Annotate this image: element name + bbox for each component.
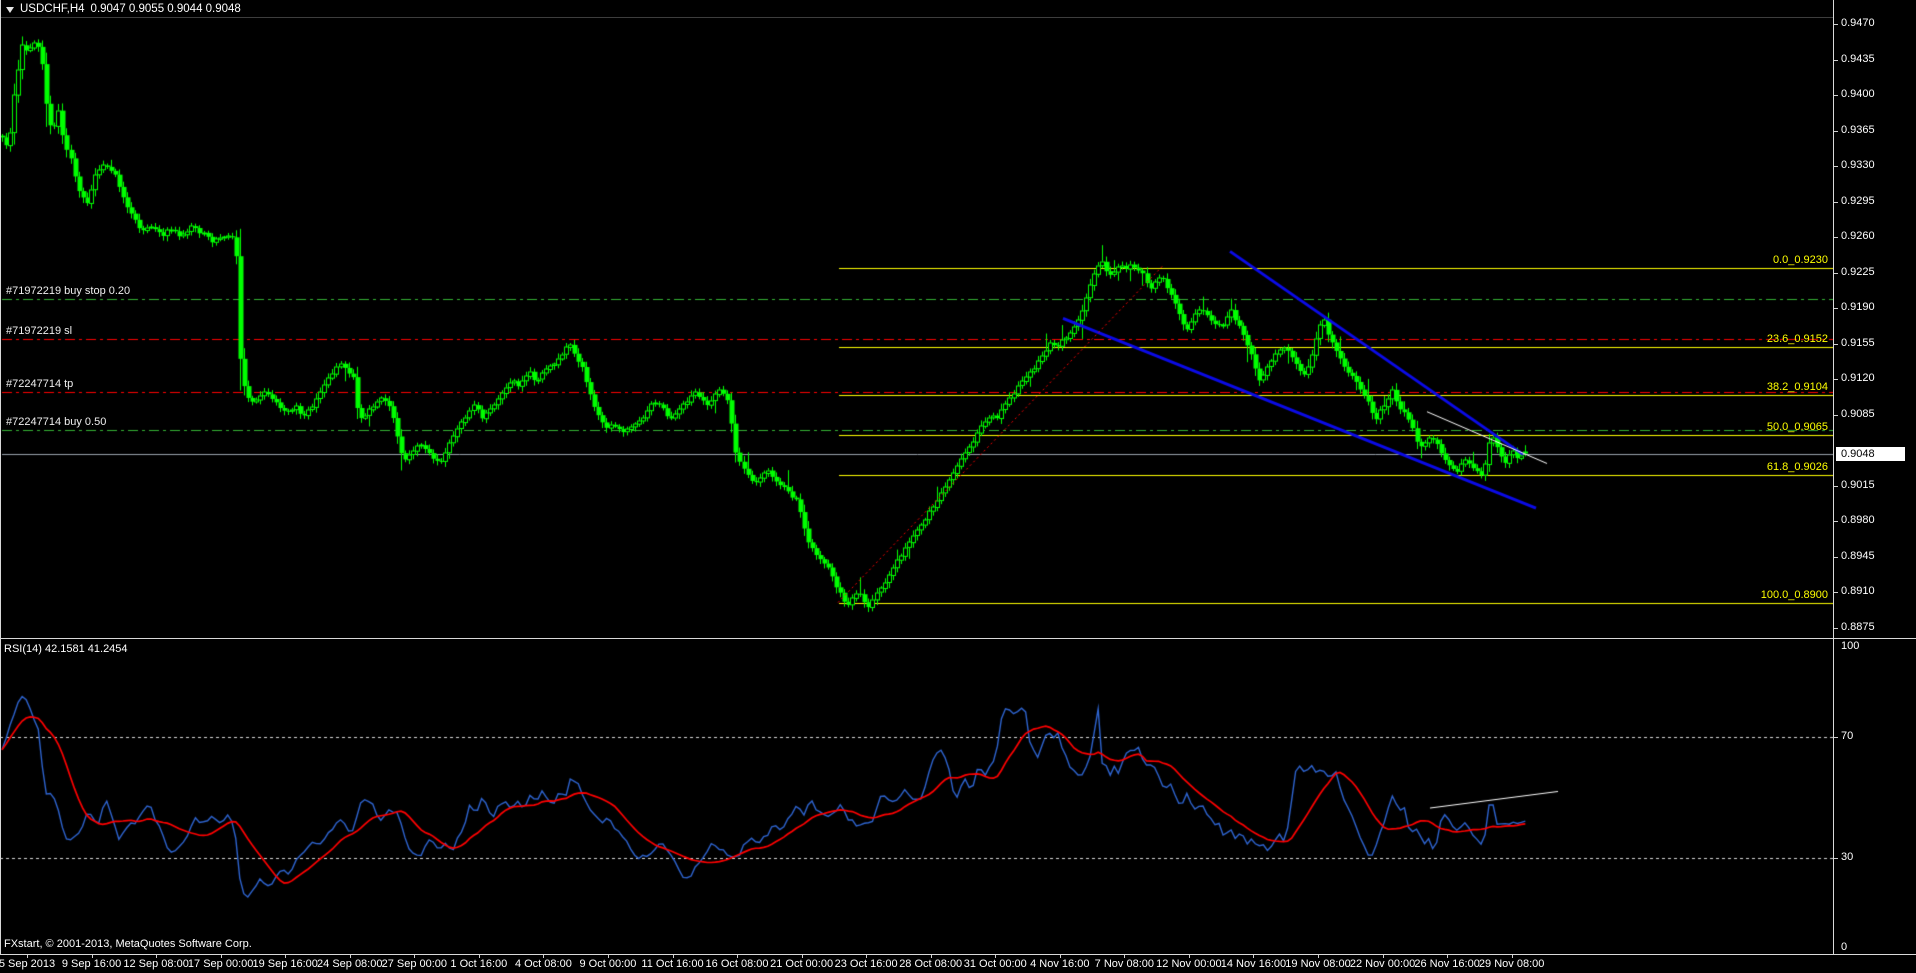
price-tick-label: 0.9190 <box>1841 301 1875 314</box>
price-tick-mark <box>1834 237 1838 238</box>
time-tick-label: 9 Sep 16:00 <box>61 958 122 970</box>
price-tick-label: 0.8875 <box>1841 620 1875 633</box>
time-tick-label: 4 Nov 16:00 <box>1030 958 1090 970</box>
price-tick-label: 0.9120 <box>1841 372 1875 385</box>
price-tick-mark <box>1834 628 1838 629</box>
price-tick-label: 0.9260 <box>1841 230 1875 243</box>
price-tick-label: 0.9085 <box>1841 407 1875 420</box>
price-chart-canvas[interactable] <box>0 0 1833 638</box>
time-tick-label: 21 Oct 00:00 <box>770 958 834 970</box>
time-tick-label: 11 Oct 16:00 <box>641 958 704 970</box>
panel-splitter[interactable] <box>0 638 1916 639</box>
time-tick-label: 17 Sep 00:00 <box>187 958 254 970</box>
fib-level-label[interactable]: 100.0_0.8900 <box>1761 589 1828 602</box>
time-tick-label: 27 Sep 00:00 <box>381 958 448 970</box>
rsi-indicator-label: RSI(14) 42.1581 41.2454 <box>4 643 128 655</box>
price-tick-mark <box>1834 344 1838 345</box>
fib-level-label[interactable]: 38.2_0.9104 <box>1767 381 1828 394</box>
time-axis[interactable]: 5 Sep 2013 9 Sep 16:00 12 Sep 08:00 17 Sep … <box>0 955 1916 973</box>
ohlc-values: 0.9047 0.9055 0.9044 0.9048 <box>90 3 241 15</box>
price-tick-mark <box>1834 308 1838 309</box>
time-tick-label: 19 Nov 08:00 <box>1285 958 1351 970</box>
price-tick-label: 0.8945 <box>1841 549 1875 562</box>
fib-level-label[interactable]: 0.0_0.9230 <box>1773 254 1828 267</box>
time-tick-label: 7 Nov 08:00 <box>1094 958 1155 970</box>
time-tick-label: 4 Oct 08:00 <box>514 958 572 970</box>
time-tick-label: 26 Nov 16:00 <box>1414 958 1480 970</box>
price-tick-label: 0.9225 <box>1841 265 1875 278</box>
time-tick-label: 1 Oct 16:00 <box>450 958 508 970</box>
rsi-tick-label: 100 <box>1841 640 1860 652</box>
time-tick-label: 19 Sep 16:00 <box>252 958 318 970</box>
rsi-tick-label: 0 <box>1841 941 1848 953</box>
rsi-tick-label: 30 <box>1841 850 1854 863</box>
price-tick-mark <box>1834 557 1838 558</box>
price-tick-mark <box>1834 166 1838 167</box>
price-tick-mark <box>1834 60 1838 61</box>
left-border <box>0 0 1 954</box>
copyright-credit: FXstart, © 2001-2013, MetaQuotes Softwar… <box>4 938 252 950</box>
price-tick-mark <box>1834 592 1838 593</box>
price-axis[interactable]: 0.9470 0.9435 0.9400 0.9365 0.9330 0.9295 0.92… <box>1834 0 1916 954</box>
time-tick-label: 31 Oct 00:00 <box>963 958 1027 970</box>
fib-level-label[interactable]: 61.8_0.9026 <box>1767 461 1828 474</box>
order-line-label[interactable]: #71972219 sl <box>6 325 72 338</box>
time-tick-label: 22 Nov 00:00 <box>1349 958 1416 970</box>
fib-level-label[interactable]: 23.6_0.9152 <box>1767 333 1828 346</box>
chevron-down-icon[interactable] <box>6 6 14 13</box>
price-tick-label: 0.9015 <box>1841 478 1875 491</box>
rsi-tick-label: 70 <box>1841 730 1854 743</box>
price-tick-label: 0.9470 <box>1841 17 1875 29</box>
symbol-period-label: USDCHF,H4 <box>20 3 85 15</box>
price-tick-mark <box>1834 379 1838 380</box>
time-tick-label: 23 Oct 16:00 <box>834 958 898 970</box>
time-tick-label: 14 Nov 16:00 <box>1220 958 1287 970</box>
price-tick-label: 0.9330 <box>1841 159 1875 172</box>
rsi-tick-mark <box>1834 737 1838 738</box>
axis-border <box>1833 0 1834 954</box>
mt4-chart-window: USDCHF,H4 0.9047 0.9055 0.9044 0.9048 #7… <box>0 0 1916 973</box>
rsi-indicator-canvas[interactable] <box>0 640 1833 953</box>
price-tick-label: 0.8980 <box>1841 514 1875 527</box>
current-price-box: 0.9048 <box>1836 447 1905 462</box>
order-line-label[interactable]: #72247714 tp <box>6 378 73 391</box>
price-tick-label: 0.9365 <box>1841 123 1875 136</box>
time-tick-label: 24 Sep 08:00 <box>317 958 383 970</box>
price-tick-mark <box>1834 131 1838 132</box>
order-line-label[interactable]: #72247714 buy 0.50 <box>6 416 106 429</box>
price-tick-mark <box>1834 202 1838 203</box>
time-tick-label: 5 Sep 2013 <box>0 958 56 970</box>
rsi-tick-mark <box>1834 858 1838 859</box>
price-tick-mark <box>1834 95 1838 96</box>
price-tick-label: 0.8910 <box>1841 585 1875 598</box>
time-tick-label: 16 Oct 08:00 <box>705 958 769 970</box>
price-tick-mark <box>1834 486 1838 487</box>
order-line-label[interactable]: #71972219 buy stop 0.20 <box>6 285 130 298</box>
price-tick-label: 0.9295 <box>1841 194 1875 207</box>
price-tick-mark <box>1834 24 1838 25</box>
time-tick-label: 12 Nov 00:00 <box>1156 958 1222 970</box>
price-tick-mark <box>1834 415 1838 416</box>
fib-level-label[interactable]: 50.0_0.9065 <box>1767 421 1828 434</box>
title-divider <box>0 17 1833 18</box>
time-tick-label: 9 Oct 00:00 <box>579 958 637 970</box>
price-tick-mark <box>1834 521 1838 522</box>
time-tick-label: 28 Oct 08:00 <box>899 958 963 970</box>
price-tick-label: 0.9155 <box>1841 336 1875 349</box>
time-tick-label: 29 Nov 08:00 <box>1478 958 1545 970</box>
chart-title: USDCHF,H4 0.9047 0.9055 0.9044 0.9048 <box>6 3 241 16</box>
price-tick-label: 0.9435 <box>1841 52 1875 65</box>
price-tick-label: 0.9400 <box>1841 88 1875 101</box>
price-tick-mark <box>1834 273 1838 274</box>
time-tick-label: 12 Sep 08:00 <box>123 958 189 970</box>
